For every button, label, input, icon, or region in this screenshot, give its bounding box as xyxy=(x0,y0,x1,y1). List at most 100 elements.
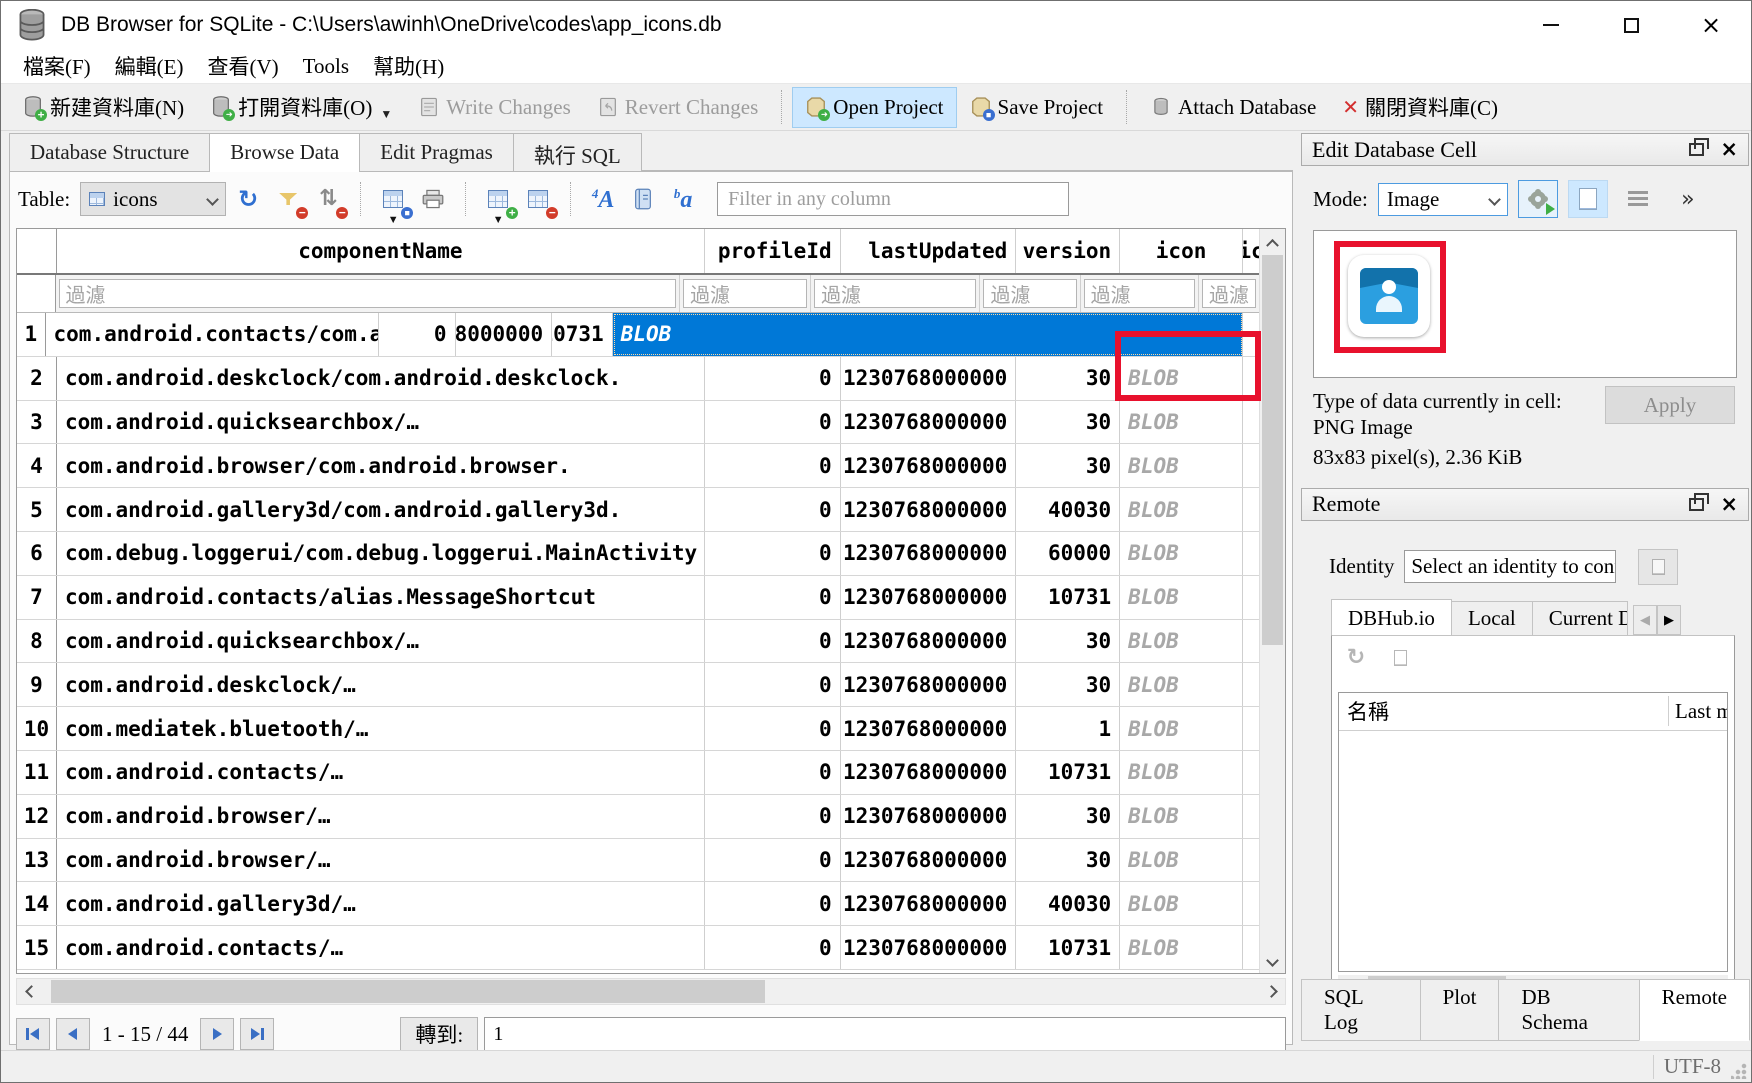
menu-item-4[interactable]: 幫助(H) xyxy=(361,48,456,84)
minimize-button[interactable] xyxy=(1511,1,1591,49)
cell-icon-blob[interactable]: BLOB xyxy=(1120,926,1243,969)
first-page-button[interactable] xyxy=(16,1018,50,1050)
close-button[interactable]: × xyxy=(1671,1,1751,49)
cell-version[interactable]: 40030 xyxy=(1016,882,1120,925)
import-export-button[interactable] xyxy=(1518,180,1558,218)
cell-lastUpdated[interactable]: 1230768000000 xyxy=(841,795,1017,838)
identity-select[interactable]: Select an identity to conne xyxy=(1404,550,1616,583)
cell-componentName[interactable]: com.android.quicksearchbox/… xyxy=(57,401,705,444)
cell-profileId[interactable]: 0 xyxy=(705,751,841,794)
goto-record-input[interactable] xyxy=(484,1017,1286,1051)
cell-componentName[interactable]: com.android.deskclock/… xyxy=(57,663,705,706)
cell-version[interactable]: 30 xyxy=(1016,357,1120,400)
cell-icon-blob[interactable]: BLOB xyxy=(1120,882,1243,925)
tab-sql-log[interactable]: SQL Log xyxy=(1301,979,1421,1041)
cell-profileId[interactable]: 0 xyxy=(705,401,841,444)
chevron-down-icon[interactable]: ▼ xyxy=(493,214,504,226)
cell-icon-blob[interactable]: BLOB xyxy=(1120,444,1243,487)
cell-icon-blob[interactable]: BLOB xyxy=(613,313,1243,356)
scroll-left-button[interactable] xyxy=(17,979,45,1004)
case-format-button[interactable]: ba xyxy=(665,181,701,217)
cell-version[interactable]: 30 xyxy=(1016,444,1120,487)
cell-profileId[interactable]: 0 xyxy=(705,620,841,663)
cell-componentName[interactable]: com.android.gallery3d/… xyxy=(57,882,705,925)
cell-icon-blob[interactable]: BLOB xyxy=(1120,663,1243,706)
cell-componentName[interactable]: com.debug.loggerui/com.debug.loggerui.Ma… xyxy=(57,532,705,575)
cell-componentName[interactable]: com.android.deskclock/com.android.deskcl… xyxy=(57,357,705,400)
tab-database-structure[interactable]: Database Structure xyxy=(9,133,210,171)
save-project-button[interactable]: ▪ Save Project xyxy=(957,87,1117,128)
filter-input-partial[interactable]: 過濾 xyxy=(1202,279,1256,308)
close-dock-icon[interactable]: × xyxy=(1720,494,1738,515)
tab-plot[interactable]: Plot xyxy=(1420,979,1500,1041)
filter-any-column-input[interactable] xyxy=(717,182,1069,216)
column-header-lastUpdated[interactable]: lastUpdated xyxy=(841,229,1017,273)
cell-icon-blob[interactable]: BLOB xyxy=(1120,401,1243,444)
cell-profileId[interactable]: 0 xyxy=(705,663,841,706)
tab-execute-sql[interactable]: 執行 SQL xyxy=(513,133,642,171)
tab-edit-pragmas[interactable]: Edit Pragmas xyxy=(359,133,514,171)
vertical-scrollbar[interactable] xyxy=(1259,229,1285,973)
cell-version[interactable]: 10731 xyxy=(1016,926,1120,969)
tab-scroll-right-button[interactable]: ▶ xyxy=(1657,605,1681,635)
cell-icon-blob[interactable]: BLOB xyxy=(1120,795,1243,838)
cell-version[interactable]: 1 xyxy=(1016,707,1120,750)
cell-lastUpdated[interactable]: 1230768000000 xyxy=(841,488,1017,531)
dictionary-button[interactable] xyxy=(625,181,661,217)
text-format-button[interactable]: 4A xyxy=(585,181,621,217)
cell-version[interactable]: 40030 xyxy=(1016,488,1120,531)
cell-icon-blob[interactable]: BLOB xyxy=(1120,576,1243,619)
mode-select[interactable]: Image xyxy=(1378,183,1508,216)
filter-input-lastUpdated[interactable]: 過濾 xyxy=(814,279,976,308)
tab-browse-data[interactable]: Browse Data xyxy=(209,133,360,172)
cell-lastUpdated[interactable]: 1230768000000 xyxy=(841,926,1017,969)
cell-componentName[interactable]: com.android.quicksearchbox/… xyxy=(57,620,705,663)
table-select[interactable]: icons xyxy=(80,182,226,216)
cell-profileId[interactable]: 0 xyxy=(705,839,841,882)
filter-input-componentName[interactable]: 過濾 xyxy=(59,279,677,308)
horizontal-scroll-thumb[interactable] xyxy=(51,980,765,1003)
cell-profileId[interactable]: 0 xyxy=(705,707,841,750)
filter-input-icon[interactable]: 過濾 xyxy=(1084,279,1195,308)
cell-lastUpdated[interactable]: 1230768000000 xyxy=(456,313,553,356)
column-header-componentName[interactable]: componentName xyxy=(57,229,705,273)
save-table-button[interactable]: ▪▼ xyxy=(375,181,411,217)
float-dock-icon[interactable] xyxy=(1689,143,1704,156)
cell-lastUpdated[interactable]: 1230768000000 xyxy=(841,620,1017,663)
cell-lastUpdated[interactable]: 1230768000000 xyxy=(841,401,1017,444)
cell-version[interactable]: 30 xyxy=(1016,663,1120,706)
cell-lastUpdated[interactable]: 1230768000000 xyxy=(841,576,1017,619)
column-header-version[interactable]: version xyxy=(1016,229,1120,273)
import-certificate-button[interactable] xyxy=(1638,549,1678,585)
cell-lastUpdated[interactable]: 1230768000000 xyxy=(841,882,1017,925)
write-changes-button[interactable]: Write Changes xyxy=(405,87,584,128)
menu-item-2[interactable]: 查看(V) xyxy=(196,48,291,84)
cell-lastUpdated[interactable]: 1230768000000 xyxy=(841,444,1017,487)
tab-scroll-left-button[interactable]: ◀ xyxy=(1633,605,1657,635)
text-view-button[interactable] xyxy=(1568,180,1608,218)
tab-current-database[interactable]: Current Dat xyxy=(1532,601,1628,635)
cell-profileId[interactable]: 0 xyxy=(705,488,841,531)
cell-profileId[interactable]: 0 xyxy=(705,444,841,487)
cell-componentName[interactable]: com.android.contacts/… xyxy=(57,926,705,969)
cell-profileId[interactable]: 0 xyxy=(705,357,841,400)
cell-profileId[interactable]: 0 xyxy=(705,882,841,925)
clear-sorting-button[interactable]: ⇅− xyxy=(310,181,346,217)
filter-input-version[interactable]: 過濾 xyxy=(983,279,1076,308)
open-database-dropdown-icon[interactable]: ▼ xyxy=(380,107,392,122)
scroll-down-button[interactable] xyxy=(1260,947,1285,973)
column-header-profileId[interactable]: profileId xyxy=(705,229,841,273)
last-page-button[interactable] xyxy=(240,1018,274,1050)
cell-profileId[interactable]: 0 xyxy=(705,795,841,838)
cell-lastUpdated[interactable]: 1230768000000 xyxy=(841,751,1017,794)
print-button[interactable] xyxy=(415,181,451,217)
cell-componentName[interactable]: com.android.browser/… xyxy=(57,795,705,838)
revert-changes-button[interactable]: Revert Changes xyxy=(584,87,772,128)
resize-grip[interactable] xyxy=(1731,1063,1747,1079)
open-project-button[interactable]: ➜ Open Project xyxy=(792,87,956,128)
remote-clone-button[interactable] xyxy=(1386,644,1414,672)
float-dock-icon[interactable] xyxy=(1689,498,1704,511)
cell-version[interactable]: 10731 xyxy=(1016,751,1120,794)
cell-version[interactable]: 60000 xyxy=(1016,532,1120,575)
clear-filters-button[interactable]: − xyxy=(270,181,306,217)
